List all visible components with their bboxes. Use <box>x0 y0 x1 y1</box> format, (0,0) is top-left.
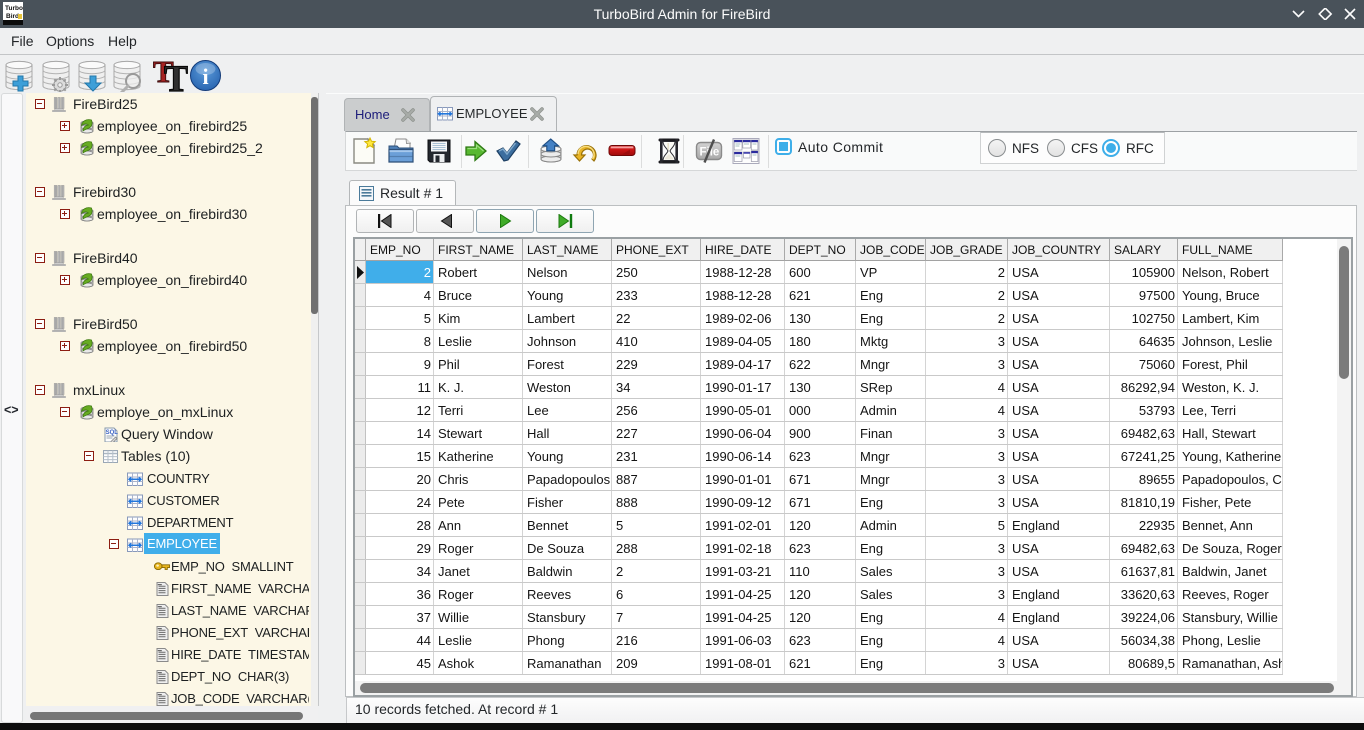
svg-text:SQL: SQL <box>106 430 119 436</box>
svg-text:i: i <box>202 64 208 89</box>
svg-text:T: T <box>164 59 188 93</box>
